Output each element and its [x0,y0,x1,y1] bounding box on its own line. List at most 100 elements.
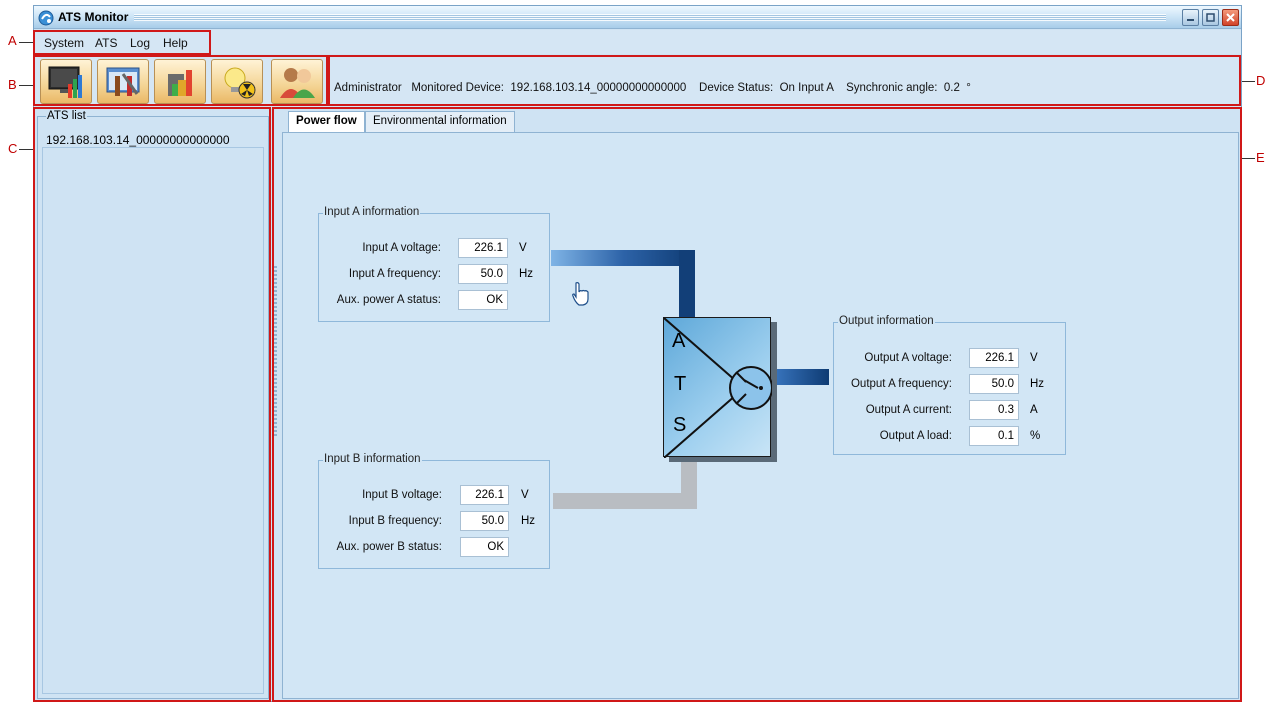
output-current-row: Output A current: 0.3 A [834,400,1065,422]
title-bar[interactable]: ATS Monitor [34,6,1241,29]
callout-c: C [8,141,18,156]
output-frequency-label: Output A frequency: [850,378,952,390]
toolbar-settings-button[interactable] [97,59,149,104]
input-b-frequency-unit: Hz [521,515,536,527]
ats-list-title: ATS list [46,110,87,122]
minimize-icon [1187,19,1194,21]
output-line [771,369,829,385]
output-frequency-row: Output A frequency: 50.0 Hz [834,374,1065,396]
close-icon [1226,13,1235,22]
output-current-label: Output A current: [865,404,952,416]
output-load-field: 0.1 [969,426,1019,446]
input-a-frequency-unit: Hz [519,268,534,280]
output-current-unit: A [1030,404,1038,416]
ats-letter-s: S [673,414,687,436]
hand-pointer-icon [572,282,589,306]
settings-tools-icon [106,67,140,96]
ats-list-box [42,147,264,694]
input-a-voltage-unit: V [519,242,527,254]
minimize-button[interactable] [1182,9,1199,26]
output-load-label: Output A load: [879,430,952,442]
callout-a-line [19,42,33,43]
monitor-chart-icon [48,66,82,98]
input-b-group: Input B information Input B voltage: 226… [318,453,550,569]
input-b-voltage-row: Input B voltage: 226.1 V [319,485,549,507]
input-b-aux-field: OK [460,537,509,557]
app-window: ATS Monitor System ATS Log Help Administ… [33,5,1242,702]
output-title: Output information [838,315,935,327]
callout-b: B [8,77,17,92]
input-b-title: Input B information [323,453,422,465]
output-frequency-unit: Hz [1030,378,1045,390]
menu-bar: System ATS Log Help [34,30,1241,54]
input-a-voltage-row: Input A voltage: 226.1 V [319,238,549,260]
lightbulb-warning-icon [224,67,256,98]
callout-d-line [1242,81,1255,82]
close-button[interactable] [1222,9,1239,26]
panel-splitter[interactable] [274,266,277,436]
toolbar-alarm-button[interactable] [211,59,263,104]
toolbar: Administrator Monitored Device: 192.168.… [34,55,1241,108]
callout-d: D [1256,73,1266,88]
ats-list-panel: ATS list 192.168.103.14_00000000000000 [37,110,269,699]
callout-c-line [19,149,33,150]
input-a-line-horizontal [551,250,695,266]
input-b-aux-label: Aux. power B status: [336,541,442,553]
menu-log[interactable]: Log [130,36,150,50]
input-b-line-horizontal [553,493,697,509]
output-load-unit: % [1030,430,1041,442]
input-a-frequency-row: Input A frequency: 50.0 Hz [319,264,549,286]
ats-app-icon [38,10,54,26]
input-a-frequency-label: Input A frequency: [348,268,441,280]
tab-environmental-information[interactable]: Environmental information [365,111,515,132]
input-b-voltage-label: Input B voltage: [362,489,442,501]
input-b-voltage-field: 226.1 [460,485,509,505]
maximize-button[interactable] [1202,9,1219,26]
title-bar-stripes [134,14,1166,21]
input-a-aux-field: OK [458,290,508,310]
building-chart-icon [168,69,192,96]
output-group: Output information Output A voltage: 226… [833,315,1066,455]
toolbar-monitor-button[interactable] [40,59,92,104]
users-icon [280,67,315,98]
output-voltage-field: 226.1 [969,348,1019,368]
callout-e-line [1242,158,1255,159]
menu-ats[interactable]: ATS [95,36,117,50]
input-b-aux-row: Aux. power B status: OK [319,537,549,559]
callout-e: E [1256,150,1265,165]
output-frequency-field: 50.0 [969,374,1019,394]
menu-help[interactable]: Help [163,36,188,50]
output-load-row: Output A load: 0.1 % [834,426,1065,448]
device-status-text: Administrator Monitored Device: 192.168.… [334,82,971,94]
input-b-frequency-field: 50.0 [460,511,509,531]
input-a-frequency-field: 50.0 [458,264,508,284]
output-current-field: 0.3 [969,400,1019,420]
output-voltage-unit: V [1030,352,1038,364]
output-voltage-row: Output A voltage: 226.1 V [834,348,1065,370]
input-b-frequency-label: Input B frequency: [348,515,442,527]
window-title: ATS Monitor [58,10,129,24]
callout-a: A [8,33,17,48]
power-flow-panel: A T S Input A information Input A voltag… [282,132,1239,699]
ats-switch-diagram: A T S [663,317,772,458]
input-a-line-vertical [679,250,695,318]
callout-b-line [19,85,33,86]
ats-letter-t: T [674,373,687,395]
tab-power-flow[interactable]: Power flow [288,111,365,133]
input-a-voltage-field: 226.1 [458,238,508,258]
input-b-frequency-row: Input B frequency: 50.0 Hz [319,511,549,533]
toolbar-building-button[interactable] [154,59,206,104]
input-a-group: Input A information Input A voltage: 226… [318,206,550,322]
output-voltage-label: Output A voltage: [864,352,952,364]
ats-list-item[interactable]: 192.168.103.14_00000000000000 [46,133,230,147]
input-a-voltage-label: Input A voltage: [362,242,441,254]
input-a-aux-row: Aux. power A status: OK [319,290,549,312]
menu-system[interactable]: System [44,36,84,50]
input-a-aux-label: Aux. power A status: [336,294,441,306]
maximize-icon [1206,13,1215,22]
tab-bar: Power flow Environmental information [288,111,1228,133]
ats-letter-a: A [672,330,686,352]
input-a-title: Input A information [323,206,421,218]
input-b-voltage-unit: V [521,489,529,501]
toolbar-users-button[interactable] [271,59,323,104]
